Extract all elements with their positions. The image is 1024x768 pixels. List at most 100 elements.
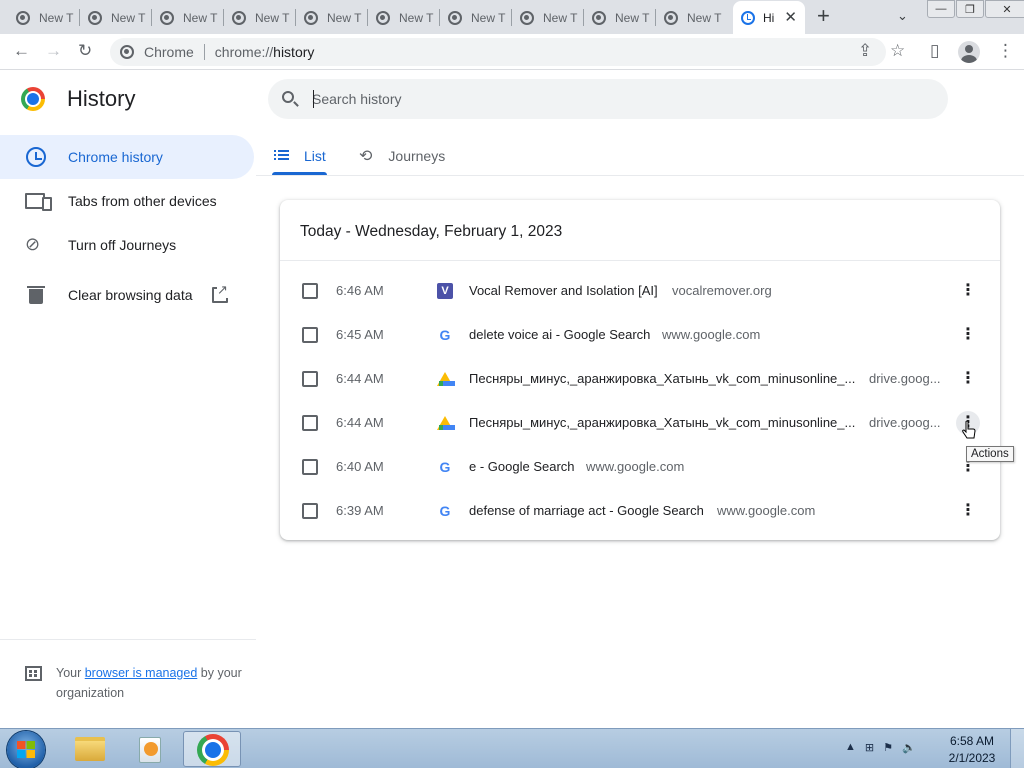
- side-panel-icon[interactable]: ▯: [930, 42, 939, 60]
- google-favicon-icon: G: [439, 327, 451, 343]
- network-icon[interactable]: ⊞: [865, 741, 874, 754]
- managed-link[interactable]: browser is managed: [85, 666, 198, 680]
- row-checkbox[interactable]: [302, 371, 318, 387]
- tab-label: New T: [327, 10, 362, 25]
- chrome-favicon-icon: [16, 10, 30, 25]
- history-link[interactable]: defense of marriage act - Google Search: [469, 503, 704, 518]
- sidebar-item-clear-browsing-data[interactable]: Clear browsing data: [0, 273, 254, 317]
- menu-kebab-icon[interactable]: ⋮: [997, 42, 1014, 60]
- list-icon: [274, 150, 289, 160]
- chrome-favicon-icon: [448, 10, 462, 25]
- history-card: Today - Wednesday, February 1, 2023 6:46…: [280, 200, 1000, 540]
- hand-cursor-icon: [962, 421, 976, 439]
- visit-time: 6:40 AM: [336, 459, 384, 474]
- sidebar-item-chrome-history[interactable]: Chrome history: [0, 135, 254, 179]
- history-row[interactable]: 6:46 AM V Vocal Remover and Isolation [A…: [280, 269, 1000, 313]
- row-checkbox[interactable]: [302, 459, 318, 475]
- search-box[interactable]: [268, 79, 948, 119]
- domain: www.google.com: [717, 503, 816, 518]
- profile-avatar[interactable]: [958, 41, 980, 63]
- reload-button[interactable]: ↻: [78, 42, 92, 60]
- forward-button[interactable]: →: [45, 42, 62, 60]
- visit-time: 6:46 AM: [336, 283, 384, 298]
- chrome-favicon-icon: [664, 10, 678, 25]
- new-tab-button[interactable]: +: [817, 5, 830, 27]
- history-link[interactable]: Песняры_минус,_аранжировка_Хатынь_vk_com…: [469, 371, 855, 386]
- row-actions-button[interactable]: ⋮: [956, 323, 980, 347]
- domain: drive.goog...: [869, 415, 941, 430]
- browser-tab[interactable]: New T: [8, 5, 80, 30]
- address-bar[interactable]: Chrome chrome://history: [110, 38, 886, 66]
- tab-journeys[interactable]: ⟲ Journeys: [359, 136, 445, 176]
- browser-tab[interactable]: New T: [152, 5, 224, 30]
- devices-icon: [25, 190, 52, 212]
- search-input[interactable]: [312, 87, 912, 111]
- volume-icon[interactable]: 🔈: [902, 741, 916, 754]
- maximize-button[interactable]: ❐: [956, 0, 984, 18]
- history-row[interactable]: 6:40 AM G e - Google Search www.google.c…: [280, 445, 1000, 489]
- chrome-logo-icon: [21, 87, 45, 111]
- tab-label: Hi: [763, 10, 775, 25]
- domain: www.google.com: [586, 459, 685, 474]
- visit-time: 6:45 AM: [336, 327, 384, 342]
- browser-tab[interactable]: New T: [368, 5, 440, 30]
- history-link[interactable]: Песняры_минус,_аранжировка_Хатынь_vk_com…: [469, 415, 855, 430]
- history-row[interactable]: 6:44 AM Песняры_минус,_аранжировка_Хатын…: [280, 401, 1000, 445]
- active-tab-history[interactable]: Hi ✕: [733, 1, 805, 34]
- row-checkbox[interactable]: [302, 503, 318, 519]
- history-link[interactable]: Vocal Remover and Isolation [AI]: [469, 283, 658, 298]
- vocalremover-favicon-icon: V: [437, 283, 453, 299]
- history-link[interactable]: e - Google Search: [469, 459, 575, 474]
- history-row[interactable]: 6:39 AM G defense of marriage act - Goog…: [280, 489, 1000, 533]
- browser-tab[interactable]: New T: [584, 5, 656, 30]
- show-desktop-button[interactable]: [1010, 729, 1024, 768]
- browser-tab[interactable]: New T: [440, 5, 512, 30]
- building-icon: [25, 666, 42, 681]
- browser-tab[interactable]: New T: [656, 5, 728, 30]
- row-checkbox[interactable]: [302, 283, 318, 299]
- start-button[interactable]: [7, 731, 45, 768]
- browser-tab[interactable]: New T: [224, 5, 296, 30]
- history-link[interactable]: delete voice ai - Google Search: [469, 327, 650, 342]
- taskbar-clock[interactable]: 6:58 AM 2/1/2023: [944, 733, 1000, 767]
- media-player-icon: [139, 737, 161, 763]
- action-center-icon[interactable]: ⚑: [883, 741, 893, 754]
- browser-tab[interactable]: New T: [296, 5, 368, 30]
- row-actions-button[interactable]: ⋮: [956, 367, 980, 391]
- back-button[interactable]: ←: [13, 42, 30, 60]
- chrome-icon: [197, 734, 229, 766]
- tab-search-button[interactable]: ⌄: [897, 8, 908, 24]
- history-row[interactable]: 6:44 AM Песняры_минус,_аранжировка_Хатын…: [280, 357, 1000, 401]
- clock-date: 2/1/2023: [948, 751, 996, 765]
- chrome-favicon-icon: [88, 10, 102, 25]
- taskbar-explorer[interactable]: [60, 731, 118, 767]
- sidebar-item-tabs-other-devices[interactable]: Tabs from other devices: [0, 179, 254, 223]
- share-icon[interactable]: ⇪: [858, 42, 872, 60]
- domain: vocalremover.org: [672, 283, 772, 298]
- bookmark-star-icon[interactable]: ☆: [890, 42, 905, 60]
- google-favicon-icon: G: [439, 459, 451, 475]
- sidebar-item-label: Turn off Journeys: [68, 237, 177, 253]
- row-checkbox[interactable]: [302, 415, 318, 431]
- tab-close-icon[interactable]: ✕: [784, 8, 797, 26]
- tray-expand-icon[interactable]: ▲: [845, 741, 856, 754]
- search-icon: [282, 91, 294, 103]
- minimize-button[interactable]: —: [927, 0, 955, 18]
- sidebar-item-turn-off-journeys[interactable]: ⊘ Turn off Journeys: [0, 223, 254, 267]
- visit-time: 6:44 AM: [336, 371, 384, 386]
- row-actions-button[interactable]: ⋮: [956, 499, 980, 523]
- tab-label: New T: [687, 10, 722, 25]
- managed-notice: Your browser is managed by your organiza…: [56, 666, 242, 700]
- chrome-icon: [120, 45, 134, 59]
- browser-tab[interactable]: New T: [80, 5, 152, 30]
- taskbar-chrome[interactable]: [183, 731, 241, 767]
- row-checkbox[interactable]: [302, 327, 318, 343]
- row-actions-button[interactable]: ⋮: [956, 279, 980, 303]
- close-window-button[interactable]: ✕: [985, 0, 1024, 18]
- browser-tab[interactable]: New T: [512, 5, 584, 30]
- tab-list[interactable]: List: [274, 136, 326, 176]
- tab-strip: New T New T New T New T New T New T New …: [0, 0, 1024, 34]
- history-row[interactable]: 6:45 AM G delete voice ai - Google Searc…: [280, 313, 1000, 357]
- external-link-icon: [212, 282, 228, 303]
- taskbar-media-player[interactable]: [120, 731, 178, 767]
